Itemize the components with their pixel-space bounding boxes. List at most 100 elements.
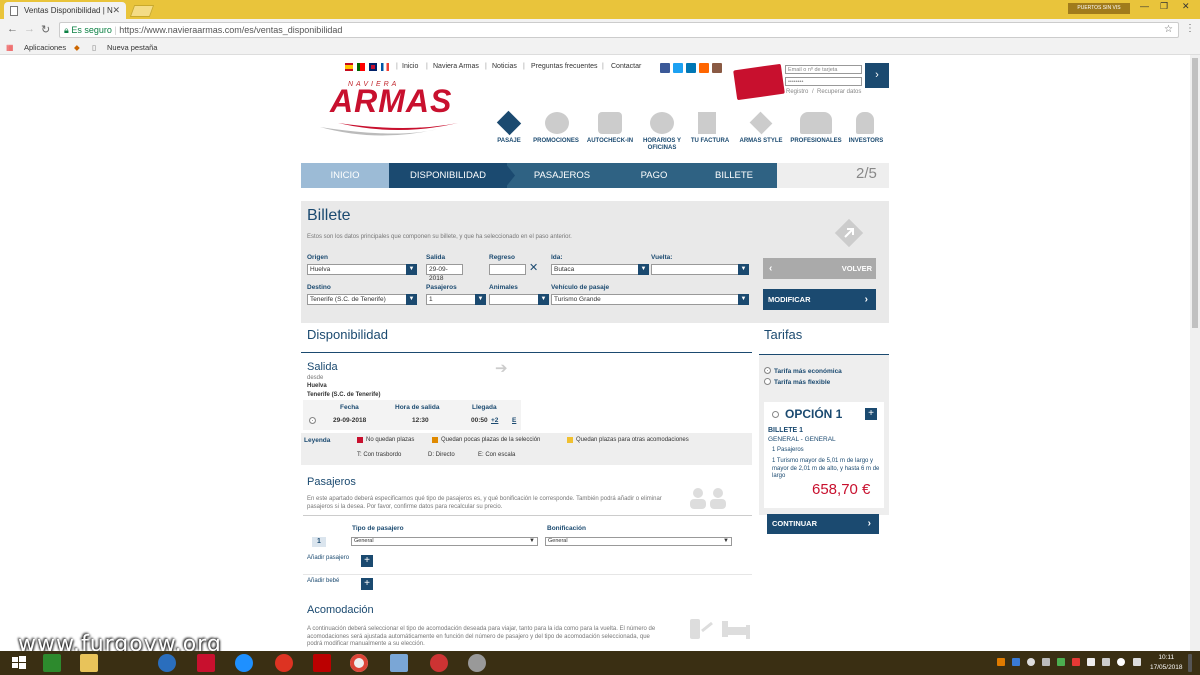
destino-select[interactable]: Tenerife (S.C. de Tenerife) ▼ — [307, 294, 417, 305]
green-app-icon[interactable] — [43, 654, 61, 672]
link-inicio[interactable]: Inicio — [402, 63, 418, 70]
network-icon[interactable] — [1102, 658, 1110, 666]
linkedin-icon[interactable] — [686, 63, 696, 73]
step-inicio[interactable]: INICIO — [301, 163, 389, 188]
app-icon[interactable] — [275, 654, 293, 672]
invoice-icon[interactable] — [698, 112, 716, 134]
bookmark-apps[interactable]: Aplicaciones — [24, 43, 66, 52]
new-tab-button[interactable] — [129, 5, 155, 17]
forward-icon[interactable]: → — [24, 23, 35, 35]
promotions-icon[interactable] — [545, 112, 569, 134]
nav-armas-style[interactable]: ARMAS STYLE — [735, 138, 787, 145]
restore-icon[interactable]: ❐ — [1160, 1, 1168, 12]
register-link[interactable]: Registro — [786, 89, 808, 95]
menu-icon[interactable]: ⋮ — [1185, 23, 1195, 34]
nav-pasaje[interactable]: PASAJE — [492, 138, 526, 145]
flag-fr-icon[interactable] — [381, 63, 389, 71]
address-bar[interactable]: 🔒︎ Es seguro | https://www.navieraarmas.… — [59, 22, 1179, 38]
link-noticias[interactable]: Noticias — [492, 63, 517, 70]
page-scrollbar[interactable] — [1190, 55, 1200, 651]
pasajeros-select[interactable]: 1 ▼ — [426, 294, 486, 305]
investors-icon[interactable] — [856, 112, 874, 134]
link-contactar[interactable]: Contactar — [611, 63, 641, 70]
internet-explorer-icon[interactable] — [235, 654, 253, 672]
stop-type-code[interactable]: E — [512, 417, 516, 424]
flag-pt-icon[interactable] — [357, 63, 365, 71]
tray-link-icon[interactable] — [1042, 658, 1050, 666]
modificar-button[interactable]: MODIFICAR › — [763, 289, 876, 310]
tarifa-economica-radio[interactable] — [764, 367, 771, 374]
media-player-icon[interactable] — [158, 654, 176, 672]
taskbar-clock[interactable]: 10:11 17/05/2018 — [1150, 653, 1183, 673]
autocheckin-icon[interactable] — [598, 112, 622, 134]
facebook-icon[interactable] — [660, 63, 670, 73]
step-pasajeros[interactable]: PASAJEROS — [507, 163, 617, 188]
vuelta-select[interactable]: ▼ — [651, 264, 749, 275]
login-button[interactable]: › — [865, 63, 889, 88]
email-card-input[interactable]: Email o nº de tarjeta — [785, 65, 862, 74]
link-preguntas-frecuentes[interactable]: Preguntas frecuentes — [531, 63, 598, 70]
nav-promociones[interactable]: PROMOCIONES — [530, 138, 582, 145]
logo-armas-text[interactable]: ARMAS — [330, 83, 452, 120]
nav-horarios[interactable]: HORARIOS Y OFICINAS — [640, 138, 684, 152]
instagram-icon[interactable] — [712, 63, 722, 73]
tray-device-icon[interactable] — [1087, 658, 1095, 666]
recover-link[interactable]: Recuperar datos — [817, 89, 861, 95]
salida-date-input[interactable]: 29-09-2018 — [426, 264, 463, 282]
tray-c-icon[interactable] — [1027, 658, 1035, 666]
show-desktop-button[interactable] — [1188, 654, 1192, 672]
regreso-date-input[interactable] — [489, 264, 526, 275]
step-billete[interactable]: BILLETE — [691, 163, 777, 188]
step-pago[interactable]: PAGO — [617, 163, 691, 188]
bookmark-new-tab[interactable]: Nueva pestaña — [107, 43, 157, 52]
add-passenger-button[interactable]: + — [361, 555, 373, 567]
tipo-pasajero-select[interactable]: General ▼ — [351, 537, 538, 546]
back-icon[interactable]: ← — [7, 23, 18, 35]
continuar-button[interactable]: CONTINUAR › — [767, 514, 879, 534]
close-tab-icon[interactable]: ✕ — [112, 5, 120, 16]
minimize-icon[interactable]: — — [1140, 1, 1149, 11]
opcion-expand-button[interactable]: + — [865, 408, 877, 420]
tray-red-icon[interactable] — [1072, 658, 1080, 666]
red-app-icon[interactable] — [197, 654, 215, 672]
nav-investors[interactable]: INVESTORS — [846, 138, 886, 145]
animales-select[interactable]: ▼ — [489, 294, 549, 305]
style-tag-icon[interactable] — [749, 111, 773, 135]
bluetooth-icon[interactable] — [1012, 658, 1020, 666]
browser-tab[interactable]: Ventas Disponibilidad | N ✕ — [4, 2, 126, 19]
pdf-reader-icon[interactable] — [313, 654, 331, 672]
step-disponibilidad[interactable]: DISPONIBILIDAD — [389, 163, 507, 188]
app3-icon[interactable] — [468, 654, 486, 672]
vehiculo-select[interactable]: Turismo Grande ▼ — [551, 294, 749, 305]
professionals-icon[interactable] — [800, 112, 832, 134]
nav-factura[interactable]: TU FACTURA — [688, 138, 732, 145]
volume-icon[interactable] — [1117, 658, 1125, 666]
apps-icon[interactable]: ▦ — [6, 43, 14, 52]
tarifa-flexible-radio[interactable] — [764, 378, 771, 385]
bonificacion-select[interactable]: General ▼ — [545, 537, 732, 546]
link-naviera-armas[interactable]: Naviera Armas — [433, 63, 479, 70]
chrome-icon[interactable] — [350, 654, 368, 672]
volver-button[interactable]: ‹ VOLVER — [763, 258, 876, 279]
close-window-icon[interactable]: ✕ — [1182, 1, 1190, 12]
tray-green-icon[interactable] — [1057, 658, 1065, 666]
keyboard-icon[interactable] — [1133, 658, 1141, 666]
password-input[interactable]: •••••••• — [785, 77, 862, 86]
windows-start-icon[interactable] — [10, 654, 28, 672]
image-viewer-icon[interactable] — [390, 654, 408, 672]
rss-icon[interactable] — [699, 63, 709, 73]
scrollbar-thumb[interactable] — [1192, 58, 1198, 328]
sailing-radio[interactable] — [309, 417, 316, 424]
opcion-radio[interactable] — [772, 411, 779, 418]
file-explorer-icon[interactable] — [80, 654, 98, 672]
twitter-icon[interactable] — [673, 63, 683, 73]
bookmark-star-icon[interactable]: ☆ — [1164, 23, 1173, 37]
origen-select[interactable]: Huelva ▼ — [307, 264, 417, 275]
clock-icon[interactable] — [650, 112, 674, 134]
profile-button[interactable]: PUERTOS SIN VIS — [1068, 3, 1130, 14]
app2-icon[interactable] — [430, 654, 448, 672]
clear-icon[interactable]: ✕ — [529, 261, 538, 274]
nav-profesionales[interactable]: PROFESIONALES — [788, 138, 844, 145]
tray-icon[interactable] — [997, 658, 1005, 666]
flag-es-icon[interactable] — [345, 63, 353, 71]
